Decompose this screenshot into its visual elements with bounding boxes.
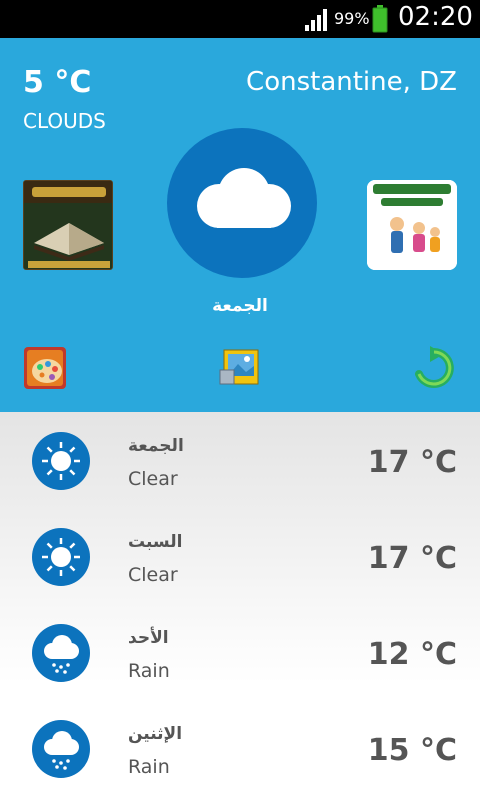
signal-bars-icon [305,9,327,31]
forecast-row[interactable]: السبت Clear 17 °C [0,508,480,604]
sun-icon [32,528,90,586]
children-education-app-icon[interactable] [367,180,457,270]
forecast-temperature: 17 °C [367,541,457,576]
forecast-temperature: 15 °C [367,733,457,768]
refresh-icon[interactable] [412,346,456,390]
photo-edit-icon[interactable] [218,346,262,390]
battery-percent: 99% [334,9,370,28]
forecast-condition: Clear [128,468,178,490]
forecast-day: الجمعة [128,436,184,456]
forecast-row[interactable]: الأحد Rain 12 °C [0,604,480,700]
cloud-icon [197,168,291,228]
forecast-condition: Clear [128,564,178,586]
forecast-day: السبت [128,532,183,552]
forecast-row[interactable]: الجمعة Clear 17 °C [0,412,480,508]
clock: 02:20 [398,2,473,32]
current-day: الجمعة [212,296,268,316]
forecast-condition: Rain [128,660,170,682]
forecast-list: الجمعة Clear 17 °C السبت Clear 17 °C الأ… [0,412,480,800]
forecast-day: الأحد [128,628,169,648]
quran-app-icon[interactable] [23,180,113,270]
forecast-row[interactable]: الإثنين Rain 15 °C [0,700,480,796]
current-weather-panel: 5 °C CLOUDS Constantine, DZ الجمعة [0,38,480,412]
current-temperature: 5 °C [23,65,92,100]
current-condition: CLOUDS [23,109,106,133]
forecast-day: الإثنين [128,724,183,744]
battery-icon [372,5,388,33]
forecast-condition: Rain [128,756,170,778]
forecast-temperature: 12 °C [367,637,457,672]
sun-icon [32,432,90,490]
city-name[interactable]: Constantine, DZ [246,67,457,97]
palette-icon[interactable] [23,346,67,390]
rain-cloud-icon [32,720,90,778]
current-weather-icon-circle [167,128,317,278]
forecast-temperature: 17 °C [367,445,457,480]
status-bar: 99% 02:20 [0,0,480,38]
rain-cloud-icon [32,624,90,682]
